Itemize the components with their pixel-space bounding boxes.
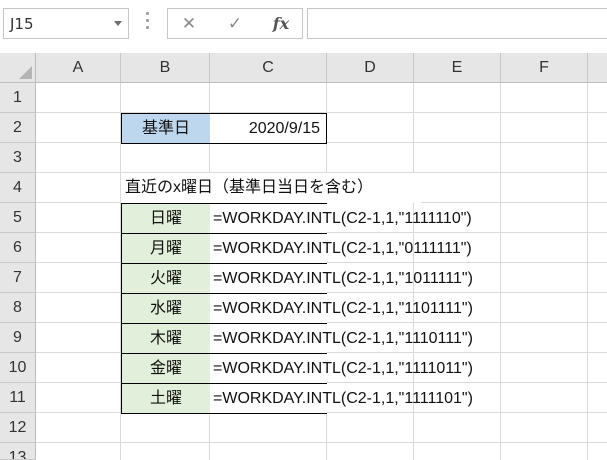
cell-c6[interactable]: =WORKDAY.INTL(C2-1,1,"0111111") <box>210 233 472 264</box>
drag-handle-icon[interactable] <box>146 12 150 34</box>
name-box-value: J15 <box>10 15 34 33</box>
row-header-6[interactable]: 6 <box>0 233 36 263</box>
column-header-e[interactable]: E <box>414 53 501 83</box>
row-header-4[interactable]: 4 <box>0 173 36 203</box>
cell-c2[interactable]: 2020/9/15 <box>210 113 327 144</box>
column-header-a[interactable]: A <box>36 53 121 83</box>
insert-function-icon[interactable]: fx <box>268 11 294 37</box>
cell-c11[interactable]: =WORKDAY.INTL(C2-1,1,"1111101") <box>210 383 473 414</box>
cell-b6[interactable]: 月曜 <box>121 233 211 264</box>
cell-b4[interactable]: 直近のx曜日（基準日当日を含む） <box>121 173 421 203</box>
cell-b7[interactable]: 火曜 <box>121 263 211 294</box>
row-header-11[interactable]: 11 <box>0 383 36 413</box>
row-header-8[interactable]: 8 <box>0 293 36 323</box>
row-header-7[interactable]: 7 <box>0 263 36 293</box>
name-box[interactable]: J15 <box>3 8 129 39</box>
cell-c10[interactable]: =WORKDAY.INTL(C2-1,1,"1111011") <box>210 353 473 384</box>
column-header-c[interactable]: C <box>210 53 327 83</box>
row-header-5[interactable]: 5 <box>0 203 36 233</box>
cell-b5[interactable]: 日曜 <box>121 203 211 234</box>
cell-c7[interactable]: =WORKDAY.INTL(C2-1,1,"1011111") <box>210 263 473 294</box>
formula-buttons: ✕ ✓ fx <box>167 8 303 39</box>
cell-c5[interactable]: =WORKDAY.INTL(C2-1,1,"1111110") <box>210 203 472 234</box>
cell-c8[interactable]: =WORKDAY.INTL(C2-1,1,"1101111") <box>210 293 473 324</box>
column-header-d[interactable]: D <box>327 53 414 83</box>
row-header-13[interactable]: 13 <box>0 443 36 460</box>
select-all-corner[interactable] <box>0 53 36 83</box>
cell-b8[interactable]: 水曜 <box>121 293 211 324</box>
cell-b11[interactable]: 土曜 <box>121 383 211 414</box>
cancel-icon[interactable]: ✕ <box>176 11 202 37</box>
formula-input[interactable] <box>307 8 607 39</box>
cell-c9[interactable]: =WORKDAY.INTL(C2-1,1,"1110111") <box>210 323 473 354</box>
column-header-f[interactable]: F <box>501 53 588 83</box>
enter-icon[interactable]: ✓ <box>222 11 248 37</box>
row-header-2[interactable]: 2 <box>0 113 36 143</box>
cell-b2[interactable]: 基準日 <box>121 113 211 144</box>
column-header-g[interactable] <box>588 53 607 83</box>
row-header-9[interactable]: 9 <box>0 323 36 353</box>
cell-b10[interactable]: 金曜 <box>121 353 211 384</box>
formula-bar-area: J15 ✕ ✓ fx <box>0 0 607 50</box>
cell-b9[interactable]: 木曜 <box>121 323 211 354</box>
row-header-1[interactable]: 1 <box>0 83 36 113</box>
column-header-b[interactable]: B <box>121 53 210 83</box>
chevron-down-icon[interactable] <box>114 21 122 26</box>
row-header-10[interactable]: 10 <box>0 353 36 383</box>
row-header-3[interactable]: 3 <box>0 143 36 173</box>
row-header-12[interactable]: 12 <box>0 413 36 443</box>
